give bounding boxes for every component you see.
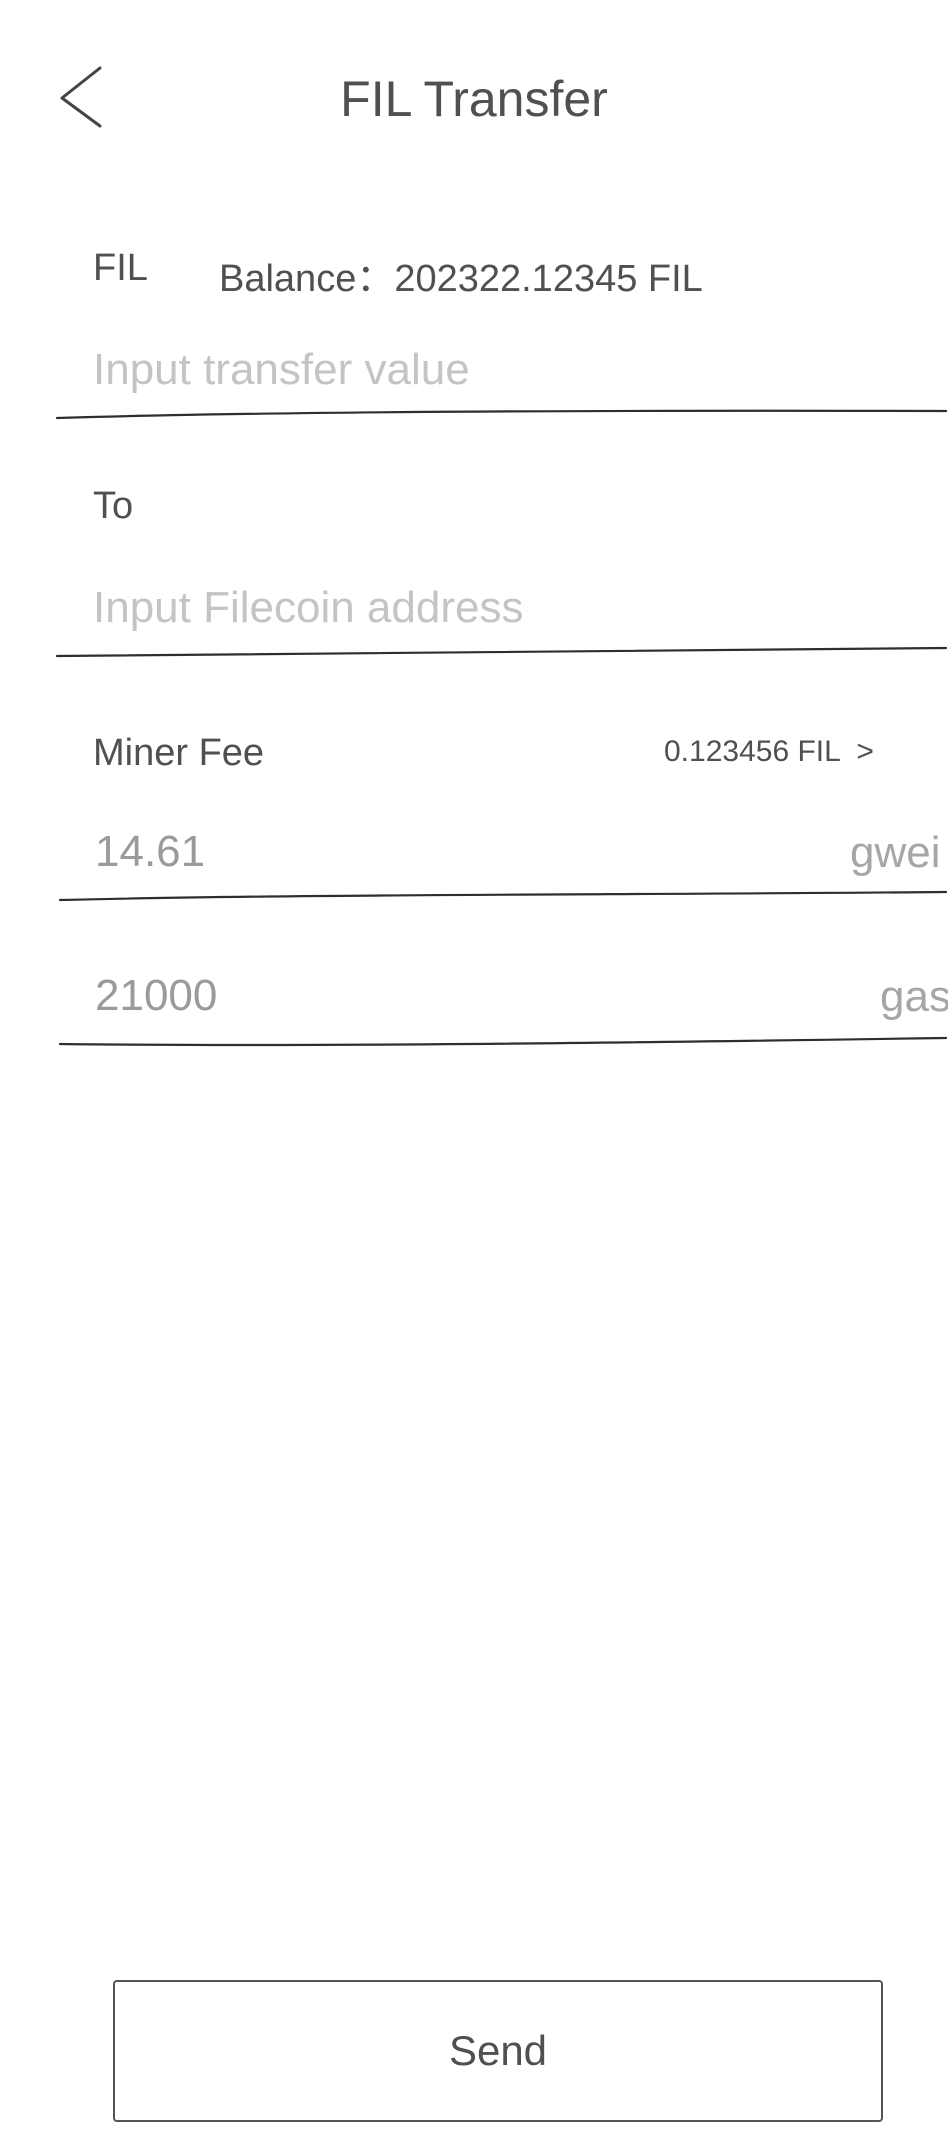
page-title: FIL Transfer bbox=[340, 71, 608, 127]
send-button[interactable]: Send bbox=[113, 1980, 883, 2122]
address-input[interactable] bbox=[93, 578, 923, 638]
transfer-value-input[interactable] bbox=[93, 340, 923, 400]
token-label: FIL bbox=[93, 247, 148, 289]
miner-fee-label: Miner Fee bbox=[93, 732, 265, 774]
to-label: To bbox=[93, 485, 134, 527]
divider bbox=[58, 1035, 948, 1049]
miner-fee-amount-link[interactable]: 0.123456 FIL > bbox=[664, 735, 874, 769]
divider bbox=[58, 890, 948, 904]
gas-price-unit: gwei bbox=[850, 828, 941, 877]
gas-limit-input[interactable] bbox=[95, 966, 695, 1026]
balance-label: Balance：202322.12345 FIL bbox=[219, 258, 703, 300]
gas-limit-unit: gas bbox=[880, 972, 948, 1021]
divider bbox=[55, 646, 948, 660]
gas-price-input[interactable] bbox=[95, 822, 695, 882]
divider bbox=[55, 408, 948, 422]
